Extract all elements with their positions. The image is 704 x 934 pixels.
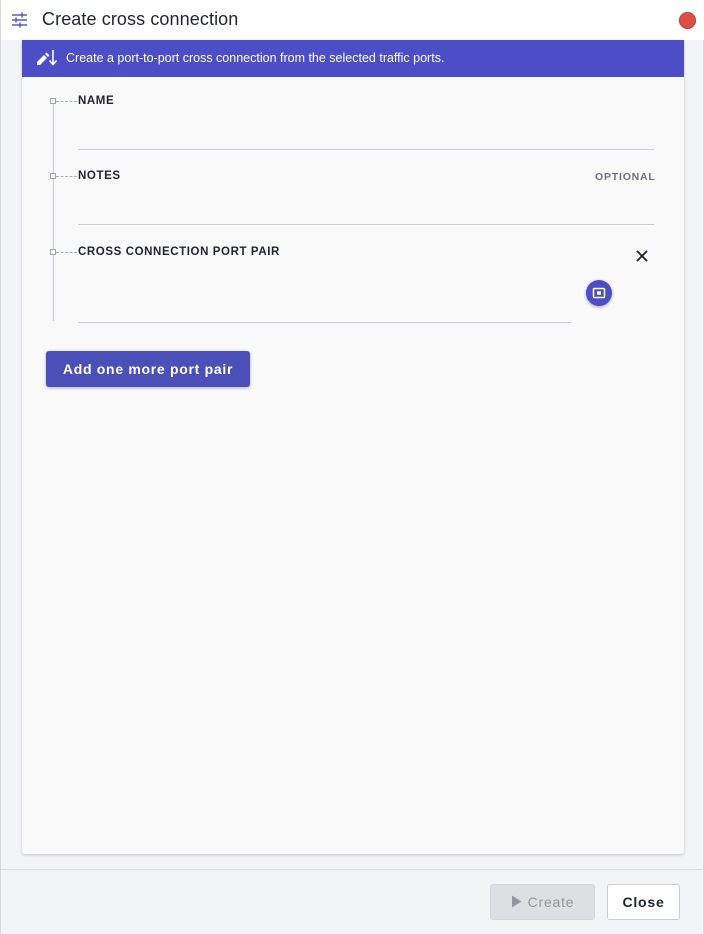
- optional-tag: OPTIONAL: [595, 171, 656, 183]
- port-pair-label: CROSS CONNECTION PORT PAIR: [78, 246, 280, 258]
- tree-connector: [56, 252, 77, 253]
- footer-divider: [1, 869, 704, 870]
- close-button[interactable]: Close: [607, 884, 680, 920]
- form-panel: Create a port-to-port cross connection f…: [22, 40, 684, 854]
- port-pair-input[interactable]: [78, 298, 570, 320]
- tree-connector: [56, 176, 77, 177]
- notes-label: NOTES: [78, 170, 121, 182]
- create-button-label: Create: [527, 894, 575, 910]
- play-icon: [511, 895, 522, 908]
- port-pair-underline: [78, 322, 571, 323]
- create-button[interactable]: Create: [490, 884, 595, 920]
- title-bar: Create cross connection: [1, 0, 704, 40]
- name-input[interactable]: [78, 126, 654, 148]
- close-icon[interactable]: [634, 248, 650, 264]
- info-banner: Create a port-to-port cross connection f…: [22, 40, 684, 77]
- port-picker-icon: [592, 287, 606, 299]
- dialog-window: Create cross connection Create a port-to…: [0, 0, 704, 934]
- form-tree-line: [53, 101, 54, 321]
- add-port-pair-button[interactable]: Add one more port pair: [46, 351, 250, 387]
- port-picker-button[interactable]: [586, 280, 612, 306]
- edit-sort-icon: [36, 49, 58, 67]
- banner-message: Create a port-to-port cross connection f…: [66, 51, 445, 65]
- notes-input[interactable]: [78, 201, 654, 223]
- window-close-button[interactable]: [679, 12, 696, 29]
- notes-underline: [78, 224, 654, 225]
- dialog-title: Create cross connection: [42, 9, 239, 29]
- name-label: NAME: [78, 95, 115, 107]
- name-underline: [78, 149, 654, 150]
- tree-connector: [56, 101, 77, 102]
- sliders-icon: [11, 12, 28, 28]
